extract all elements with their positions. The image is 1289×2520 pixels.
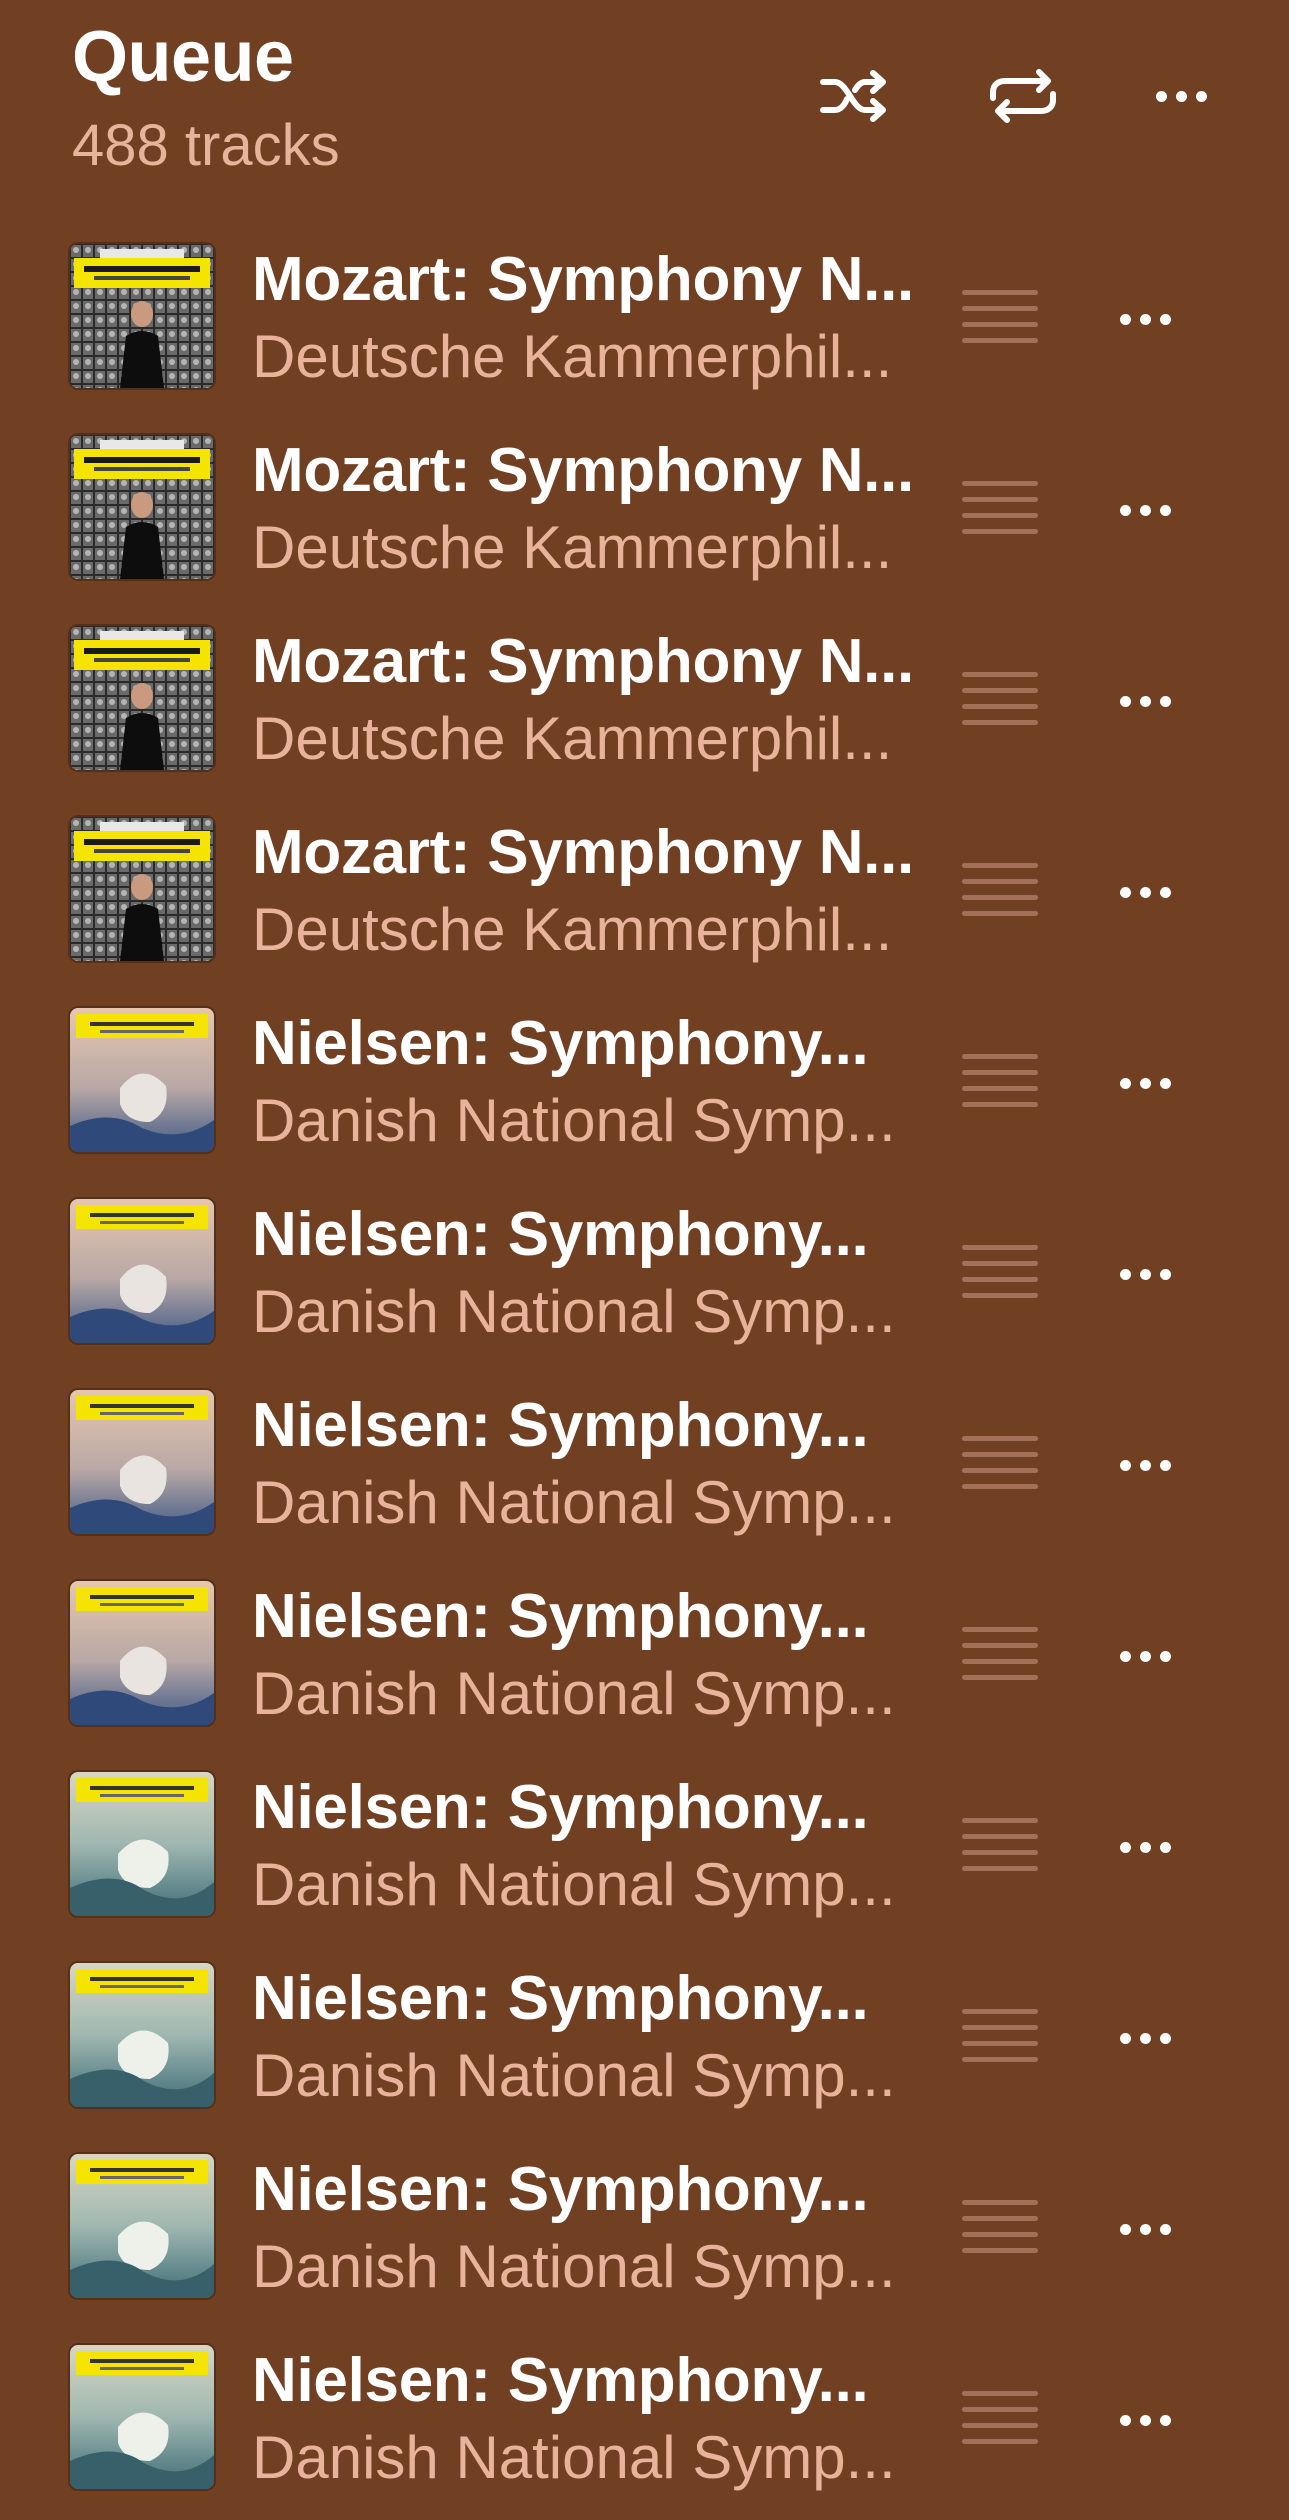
mozart-symphonies-cover (70, 817, 214, 961)
drag-handle-icon[interactable] (962, 1245, 1038, 1301)
track-row[interactable]: Nielsen: Symphony... Danish National Sym… (0, 1177, 1289, 1368)
track-title: Nielsen: Symphony... (252, 1200, 869, 1269)
track-row[interactable]: Mozart: Symphony N... Deutsche Kammerphi… (0, 413, 1289, 604)
more-horizontal-icon (1119, 1650, 1171, 1662)
drag-handle-icon[interactable] (962, 290, 1038, 346)
drag-handle-icon[interactable] (962, 481, 1038, 537)
drag-handle-icon[interactable] (962, 863, 1038, 919)
track-more-button[interactable] (1100, 2003, 1190, 2073)
shuffle-icon (820, 70, 886, 122)
track-row[interactable]: Mozart: Symphony N... Deutsche Kammerphi… (0, 222, 1289, 413)
drag-handle-icon[interactable] (962, 1627, 1038, 1683)
track-more-button[interactable] (1100, 1430, 1190, 1500)
track-title: Nielsen: Symphony... (252, 1009, 869, 1078)
track-title: Nielsen: Symphony... (252, 1964, 869, 2033)
more-horizontal-icon (1119, 2223, 1171, 2235)
nielsen-symphonies-cover-b (70, 1963, 214, 2107)
more-horizontal-icon (1119, 504, 1171, 516)
more-horizontal-icon (1119, 1459, 1171, 1471)
more-horizontal-icon (1119, 1077, 1171, 1089)
track-row[interactable]: Nielsen: Symphony... Danish National Sym… (0, 1368, 1289, 1559)
nielsen-symphonies-cover-b (70, 1772, 214, 1916)
track-title: Mozart: Symphony N... (252, 245, 914, 314)
drag-handle-icon[interactable] (962, 2009, 1038, 2065)
repeat-icon (990, 69, 1056, 123)
more-horizontal-icon (1119, 886, 1171, 898)
track-artist: Deutsche Kammerphil... (252, 514, 893, 581)
track-more-button[interactable] (1100, 1048, 1190, 1118)
drag-handle-icon[interactable] (962, 2200, 1038, 2256)
more-horizontal-icon (1119, 695, 1171, 707)
nielsen-symphonies-cover-a (70, 1008, 214, 1152)
track-more-button[interactable] (1100, 284, 1190, 354)
mozart-symphonies-cover (70, 435, 214, 579)
track-artist: Danish National Symp... (252, 1087, 896, 1154)
track-more-button[interactable] (1100, 2385, 1190, 2455)
drag-handle-icon[interactable] (962, 1054, 1038, 1110)
more-horizontal-icon (1155, 90, 1207, 102)
nielsen-symphonies-cover-b (70, 2154, 214, 2298)
track-more-button[interactable] (1100, 1812, 1190, 1882)
track-artist: Danish National Symp... (252, 1278, 896, 1345)
mozart-symphonies-cover (70, 626, 214, 770)
track-more-button[interactable] (1100, 857, 1190, 927)
track-artist: Deutsche Kammerphil... (252, 705, 893, 772)
nielsen-symphonies-cover-b (70, 2345, 214, 2489)
more-horizontal-icon (1119, 2414, 1171, 2426)
shuffle-button[interactable] (800, 56, 910, 136)
track-title: Nielsen: Symphony... (252, 1391, 869, 1460)
drag-handle-icon[interactable] (962, 2391, 1038, 2447)
more-horizontal-icon (1119, 1268, 1171, 1280)
nielsen-symphonies-cover-a (70, 1581, 214, 1725)
track-count: 488 tracks (72, 113, 340, 178)
drag-handle-icon[interactable] (962, 1818, 1038, 1874)
track-artist: Deutsche Kammerphil... (252, 896, 893, 963)
track-title: Nielsen: Symphony... (252, 2155, 869, 2224)
track-artist: Danish National Symp... (252, 2424, 896, 2491)
track-title: Mozart: Symphony N... (252, 627, 914, 696)
more-horizontal-icon (1119, 1841, 1171, 1853)
track-title: Nielsen: Symphony... (252, 1582, 869, 1651)
track-more-button[interactable] (1100, 1239, 1190, 1309)
queue-header: Queue 488 tracks (0, 0, 1289, 220)
track-more-button[interactable] (1100, 666, 1190, 736)
nielsen-symphonies-cover-a (70, 1199, 214, 1343)
track-artist: Danish National Symp... (252, 2233, 896, 2300)
mozart-symphonies-cover (70, 244, 214, 388)
track-title: Mozart: Symphony N... (252, 436, 914, 505)
track-row[interactable]: Nielsen: Symphony... Danish National Sym… (0, 1750, 1289, 1941)
nielsen-symphonies-cover-a (70, 1390, 214, 1534)
track-row[interactable]: Mozart: Symphony N... Deutsche Kammerphi… (0, 795, 1289, 986)
more-horizontal-icon (1119, 2032, 1171, 2044)
track-title: Nielsen: Symphony... (252, 2346, 869, 2415)
track-row[interactable]: Nielsen: Symphony... Danish National Sym… (0, 986, 1289, 1177)
drag-handle-icon[interactable] (962, 1436, 1038, 1492)
track-title: Nielsen: Symphony... (252, 1773, 869, 1842)
queue-track-list: Mozart: Symphony N... Deutsche Kammerphi… (0, 222, 1289, 2514)
track-row[interactable]: Nielsen: Symphony... Danish National Sym… (0, 2323, 1289, 2514)
track-artist: Danish National Symp... (252, 1660, 896, 1727)
queue-more-button[interactable] (1126, 56, 1236, 136)
track-artist: Danish National Symp... (252, 1851, 896, 1918)
track-more-button[interactable] (1100, 475, 1190, 545)
track-artist: Danish National Symp... (252, 2042, 896, 2109)
track-row[interactable]: Nielsen: Symphony... Danish National Sym… (0, 1559, 1289, 1750)
track-more-button[interactable] (1100, 1621, 1190, 1691)
track-more-button[interactable] (1100, 2194, 1190, 2264)
drag-handle-icon[interactable] (962, 672, 1038, 728)
track-artist: Danish National Symp... (252, 1469, 896, 1536)
repeat-button[interactable] (968, 56, 1078, 136)
track-title: Mozart: Symphony N... (252, 818, 914, 887)
track-row[interactable]: Nielsen: Symphony... Danish National Sym… (0, 1941, 1289, 2132)
page-title: Queue (72, 17, 294, 97)
track-artist: Deutsche Kammerphil... (252, 323, 893, 390)
more-horizontal-icon (1119, 313, 1171, 325)
track-row[interactable]: Nielsen: Symphony... Danish National Sym… (0, 2132, 1289, 2323)
track-row[interactable]: Mozart: Symphony N... Deutsche Kammerphi… (0, 604, 1289, 795)
